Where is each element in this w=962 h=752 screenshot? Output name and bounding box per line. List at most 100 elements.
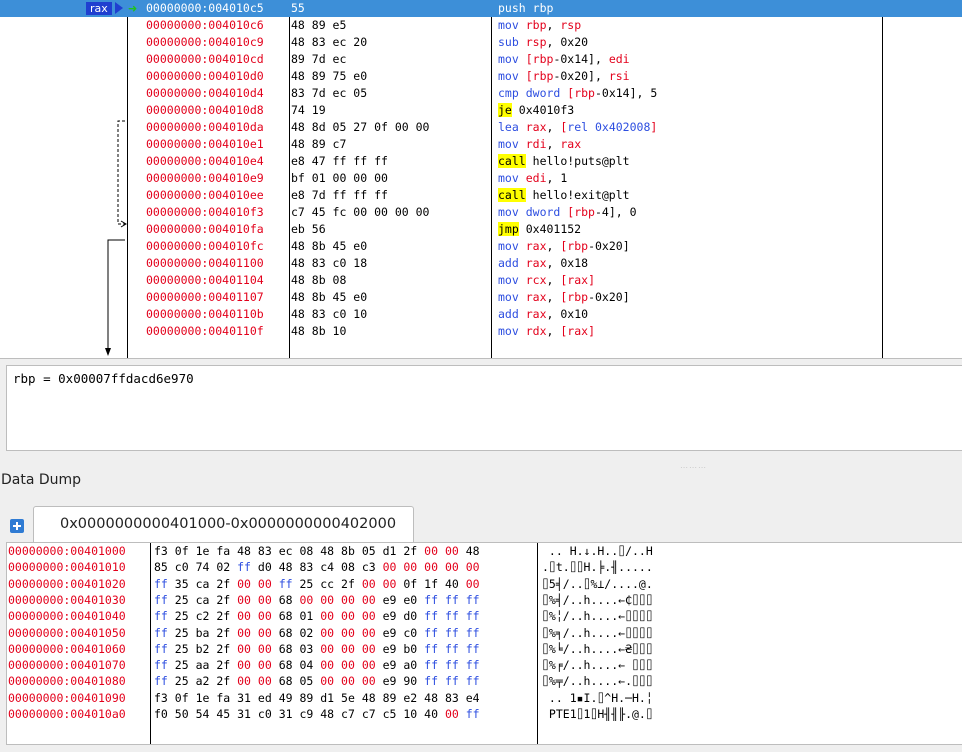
dump-byte: 0f [174,690,196,705]
dump-tab[interactable]: 0x0000000000401000-0x0000000000402000 [33,506,414,543]
dump-byte: 03 [299,641,321,656]
dump-byte: 02 [216,560,238,575]
disasm-row[interactable]: 00000000:004010cd 89 7d ec mov [rbp-0x14],… [0,51,962,68]
dump-byte: 00 [237,625,258,640]
dump-byte: fa [216,690,238,705]
mnemonic: call [498,154,526,168]
instruction-text: lea rax, [rel 0x402008] [498,119,657,136]
dump-byte: ff [154,592,175,607]
operand: rbp [574,205,595,219]
instruction-bytes: 48 8d 05 27 0f 00 00 [291,120,430,134]
hex-dump-view[interactable]: 00000000:00401000 f3 0f 1e fa 48 83 ec 08… [6,542,962,745]
disasm-row[interactable]: 00000000:004010d8 74 19 je 0x4010f3 [0,102,962,119]
mnemonic: add [498,256,519,270]
disasm-row[interactable]: 00000000:004010d0 48 89 75 e0 mov [rbp-0x2… [0,68,962,85]
disasm-row[interactable]: 00000000:004010da 48 8d 05 27 0f 00 00 lea… [0,119,962,136]
dump-byte: 40 [424,707,445,721]
disasm-row[interactable]: 00000000:004010d4 83 7d ec 05 cmp dword [r… [0,85,962,102]
instruction-text: call hello!puts@plt [498,153,630,170]
dump-address: 00000000:004010a0 [8,707,126,721]
dump-byte: 00 [341,641,362,656]
operand: edi [525,171,547,185]
dump-ascii: .. H.↓.H..⌷/..H [542,544,653,558]
dump-row[interactable]: 00000000:004010a0 f0 50 54 45 31 c0 31 c9… [7,706,962,722]
instruction-address: 00000000:004010fa [146,222,264,236]
dump-row[interactable]: 00000000:00401070 ff 25 aa 2f 00 00 68 04… [7,657,962,673]
splitter-handle[interactable]: ⋯⋯⋯ [680,463,707,472]
disasm-row[interactable]: 00000000:004010c9 48 83 ec 20 sub rsp, 0x2… [0,34,962,51]
operand: rbp [567,239,589,253]
dump-byte: 00 [361,592,383,607]
dump-byte: b2 [195,641,217,656]
disasm-row[interactable]: 00000000:00401107 48 8b 45 e0 mov rax, [rb… [0,289,962,306]
operand: , [546,120,561,134]
dump-bytes: ff 25 ba 2f 00 00 68 02 00 00 00 e9 c0 f… [154,625,480,641]
dump-byte: 00 [237,609,258,624]
dump-byte: b0 [403,641,425,656]
instruction-bytes: e8 47 ff ff ff [291,154,388,168]
info-text: rbp = 0x00007ffdacd6e970 [13,371,194,386]
dump-ascii: ⌷5╡/..⌷%⊥/....@. [542,576,653,591]
dump-row[interactable]: 00000000:00401010 85 c0 74 02 ff d0 48 83… [7,559,962,575]
dump-address: 00000000:00401040 [8,609,126,624]
dump-byte: 2f [216,609,238,624]
disasm-row[interactable]: 00000000:004010e9 bf 01 00 00 00 mov edi, … [0,170,962,187]
operand: ] [650,120,658,134]
disasm-row[interactable]: 00000000:004010f3 c7 45 fc 00 00 00 00 mov… [0,204,962,221]
disasm-row[interactable]: 00000000:004010c5 55 push rbp [0,0,962,17]
dump-ascii: PTE1⌷1⌷H╢╢╟.@.⌷ [542,707,653,721]
instruction-text: push rbp [498,0,553,17]
add-tab-icon[interactable] [10,519,24,533]
dump-byte: ff [424,674,445,689]
dump-byte: 1e [195,690,217,705]
instruction-text: mov dword [rbp-4], 0 [498,204,637,221]
dump-row[interactable]: 00000000:00401060 ff 25 b2 2f 00 00 68 03… [7,641,962,657]
dump-row[interactable]: 00000000:00401020 ff 35 ca 2f 00 00 ff 25… [7,576,962,592]
instruction-text: mov rcx, [rax] [498,272,595,289]
disassembly-view[interactable]: 00000000:004010c5 55 push rbp 00000000:0040… [0,0,962,359]
rax-pointer-arrow-icon [115,2,123,14]
dump-row[interactable]: 00000000:00401050 ff 25 ba 2f 00 00 68 02… [7,625,962,641]
disasm-row[interactable]: 00000000:004010fa eb 56 jmp 0x401152 [0,221,962,238]
dump-byte: 68 [278,674,300,689]
operand: rbp [532,1,554,15]
disasm-row[interactable]: 00000000:004010fc 48 8b 45 e0 mov rax, [rb… [0,238,962,255]
operand: rbp [525,18,547,32]
mnemonic: mov [498,324,519,338]
dump-byte: d0 [257,560,279,575]
dump-byte: 45 [216,707,238,721]
dump-byte: d1 [382,544,404,558]
mnemonic: push [498,1,526,15]
instruction-bytes: 74 19 [291,103,326,117]
dump-byte: 68 [278,625,300,640]
dump-byte: 54 [195,707,217,721]
disasm-row[interactable]: 00000000:004010ee e8 7d ff ff ff call hell… [0,187,962,204]
operand: , [546,324,561,338]
operand: , [546,137,561,151]
dump-byte: a0 [403,658,425,673]
dump-row[interactable]: 00000000:00401030 ff 25 ca 2f 00 00 68 00… [7,592,962,608]
dump-byte: 00 [361,609,383,624]
operand: rbp [574,86,595,100]
operand: rdx [525,324,547,338]
dump-byte: fa [216,544,238,558]
operand: rax [525,256,547,270]
dump-row[interactable]: 00000000:00401080 ff 25 a2 2f 00 00 68 05… [7,673,962,689]
dump-byte: 48 [237,544,258,558]
dump-byte: ff [444,592,466,607]
dump-byte: 74 [195,560,217,575]
disasm-row[interactable]: 00000000:0040110f 48 8b 10 mov rdx, [rax] [0,323,962,340]
disasm-row[interactable]: 00000000:0040110b 48 83 c0 10 add rax, 0x1… [0,306,962,323]
disasm-row[interactable]: 00000000:00401100 48 83 c0 18 add rax, 0x1… [0,255,962,272]
dump-row[interactable]: 00000000:00401040 ff 25 c2 2f 00 00 68 01… [7,608,962,624]
dump-bytes: ff 25 aa 2f 00 00 68 04 00 00 00 e9 a0 f… [154,657,480,673]
disasm-row[interactable]: 00000000:004010e4 e8 47 ff ff ff call hell… [0,153,962,170]
operand: , 0x20 [546,35,589,49]
disasm-row[interactable]: 00000000:004010e1 48 89 c7 mov rdi, rax [0,136,962,153]
dump-row[interactable]: 00000000:00401000 f3 0f 1e fa 48 83 ec 08… [7,543,962,559]
instruction-bytes: 48 8b 45 e0 [291,239,368,253]
dump-byte: 01 [299,609,321,624]
disasm-row[interactable]: 00000000:00401104 48 8b 08 mov rcx, [rax] [0,272,962,289]
disasm-row[interactable]: 00000000:004010c6 48 89 e5 mov rbp, rsp [0,17,962,34]
dump-row[interactable]: 00000000:00401090 f3 0f 1e fa 31 ed 49 89… [7,690,962,706]
